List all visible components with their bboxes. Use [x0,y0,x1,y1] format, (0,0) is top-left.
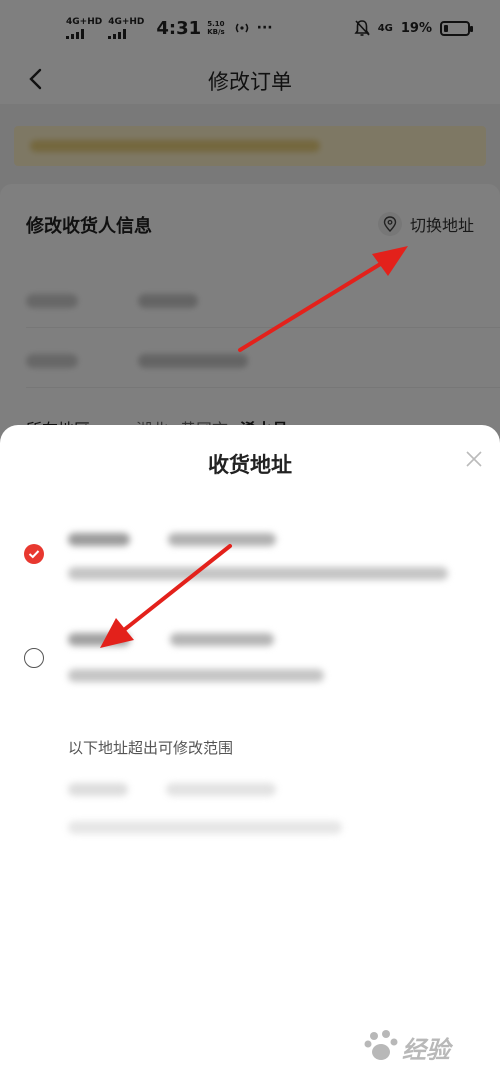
blurred-address [68,567,448,580]
radio-unchecked-icon[interactable] [24,648,44,668]
baidu-jingyan-watermark: 经验 [364,1024,484,1068]
address-option-out-of-range [0,761,500,851]
address-option[interactable] [0,613,500,703]
address-bottom-sheet: 收货地址 以下地址超出可修改范围 经验 [0,425,500,1084]
blurred-address [68,669,324,682]
paw-logo-icon [364,1030,398,1060]
close-icon[interactable] [464,449,484,469]
blurred-phone [166,783,276,796]
out-of-range-label: 以下地址超出可修改范围 [68,739,234,757]
blurred-name [68,633,130,646]
sheet-title: 收货地址 [208,453,292,477]
blurred-name [68,783,128,796]
blurred-phone [170,633,274,646]
address-option-selected[interactable] [0,507,500,597]
watermark-text: 经验 [402,1036,450,1064]
blurred-address [68,821,342,834]
blurred-name [68,533,130,546]
check-circle-icon[interactable] [24,544,44,564]
blurred-phone [168,533,276,546]
